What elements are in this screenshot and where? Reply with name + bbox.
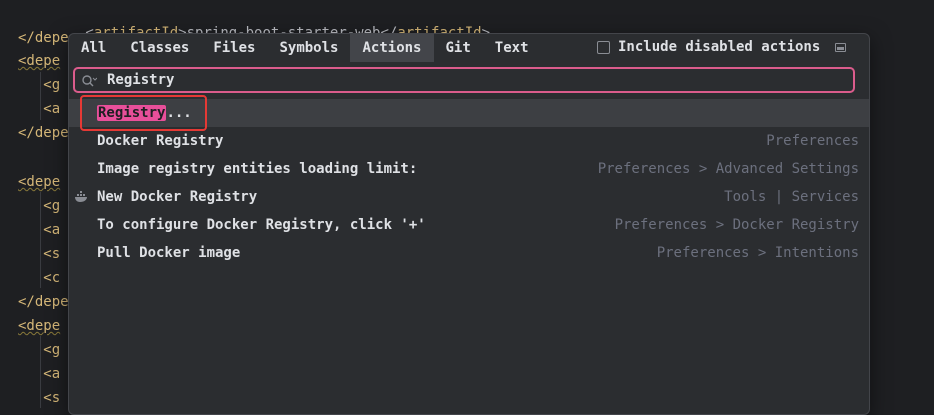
result-label: To configure Docker Registry, click '+' bbox=[97, 217, 426, 233]
result-row-docker-registry[interactable]: Docker Registry Preferences bbox=[69, 127, 869, 155]
tab-bar: All Classes Files Symbols Actions Git Te… bbox=[69, 34, 541, 62]
tab-text[interactable]: Text bbox=[483, 34, 541, 62]
code-line: <depe bbox=[18, 53, 61, 69]
result-row-image-registry-limit[interactable]: Image registry entities loading limit: P… bbox=[69, 155, 869, 183]
code-line: </depe bbox=[18, 294, 69, 310]
tab-classes[interactable]: Classes bbox=[118, 34, 201, 62]
code-line: </depe bbox=[18, 125, 69, 141]
result-location: Preferences > Advanced Settings bbox=[597, 161, 859, 177]
tab-actions[interactable]: Actions bbox=[350, 34, 434, 62]
result-row-pull-docker-image[interactable]: Pull Docker image Preferences > Intentio… bbox=[69, 239, 869, 267]
docker-icon bbox=[75, 191, 87, 202]
code-line: <depe bbox=[18, 318, 61, 334]
result-label: New Docker Registry bbox=[97, 189, 258, 205]
include-disabled-toggle[interactable]: Include disabled actions bbox=[597, 39, 820, 55]
result-location: Preferences > Docker Registry bbox=[614, 217, 859, 233]
include-disabled-checkbox[interactable] bbox=[597, 40, 610, 54]
result-location: Preferences bbox=[766, 133, 859, 149]
code-line: </depe bbox=[18, 30, 69, 46]
tab-git[interactable]: Git bbox=[434, 34, 483, 62]
search-query-text: Registry bbox=[107, 72, 175, 88]
indent-guide bbox=[40, 72, 41, 120]
search-everywhere-popup: All Classes Files Symbols Actions Git Te… bbox=[68, 33, 870, 415]
result-label: Pull Docker image bbox=[97, 245, 241, 261]
tab-all[interactable]: All bbox=[69, 34, 118, 62]
result-label: Image registry entities loading limit: bbox=[97, 161, 418, 177]
result-location: Tools | Services bbox=[724, 189, 859, 205]
search-icon bbox=[82, 75, 97, 87]
result-label: Docker Registry bbox=[97, 133, 224, 149]
indent-guide bbox=[40, 336, 41, 408]
highlight-callout-box bbox=[80, 95, 207, 131]
include-disabled-label: Include disabled actions bbox=[618, 39, 821, 55]
tab-files[interactable]: Files bbox=[201, 34, 267, 62]
result-row-new-docker-registry[interactable]: New Docker Registry Tools | Services bbox=[69, 183, 869, 211]
tab-symbols[interactable]: Symbols bbox=[267, 34, 350, 62]
result-location: Preferences > Intentions bbox=[656, 245, 859, 261]
preview-panel-icon[interactable] bbox=[835, 43, 846, 52]
result-row-configure-docker-registry[interactable]: To configure Docker Registry, click '+' … bbox=[69, 211, 869, 239]
code-line: <depe bbox=[18, 174, 61, 190]
search-input[interactable]: Registry bbox=[73, 67, 855, 93]
indent-guide bbox=[40, 192, 41, 288]
